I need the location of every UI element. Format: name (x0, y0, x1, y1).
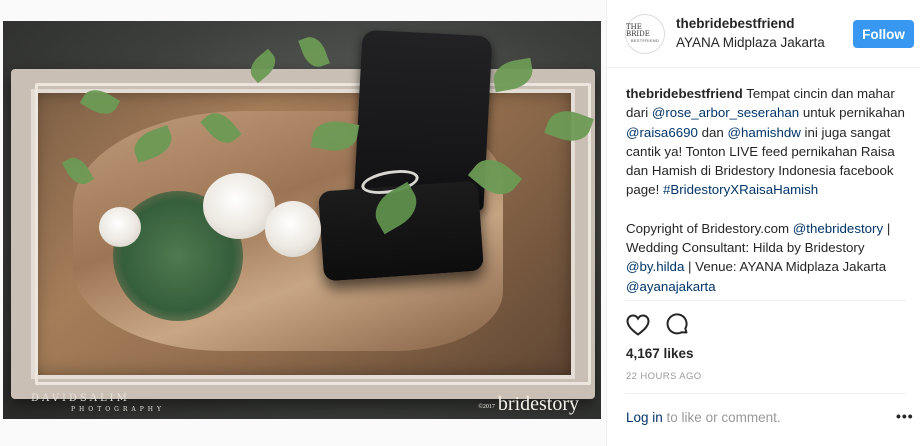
leaf-decoration (298, 33, 330, 71)
mention-link[interactable]: @thebridestory (793, 221, 883, 236)
follow-button[interactable]: Follow (853, 20, 914, 48)
caption-text: | Venue: AYANA Midplaza Jakarta (684, 259, 887, 275)
brand-watermark: ©2017 bridestory (478, 393, 579, 416)
post-side-panel: THE BRIDE BESTFRIEND thebridebestfriend … (606, 0, 920, 446)
rose-flower (99, 207, 141, 247)
brand-name: bridestory (497, 393, 579, 415)
caption-text: dan (697, 124, 728, 140)
photographer-sub: PHOTOGRAPHY (71, 406, 165, 413)
more-options-icon[interactable]: ••• (896, 408, 914, 424)
post-actions (625, 312, 691, 338)
heart-icon[interactable] (625, 312, 651, 338)
login-prompt: Log in to like or comment. (626, 410, 781, 425)
avatar[interactable]: THE BRIDE BESTFRIEND (625, 14, 665, 54)
caption-paragraph: Copyright of Bridestory.com @thebridesto… (626, 219, 906, 296)
divider (625, 300, 906, 301)
caption-text: Copyright of Bridestory.com (626, 220, 793, 236)
caption-author[interactable]: thebridebestfriend (626, 86, 743, 101)
post-photo[interactable]: DAVIDSALIM PHOTOGRAPHY ©2017 bridestory (3, 21, 601, 419)
comment-icon[interactable] (665, 312, 691, 338)
divider (625, 393, 906, 394)
post-location[interactable]: AYANA Midplaza Jakarta (676, 35, 825, 50)
mention-link[interactable]: @ayanajakarta (626, 279, 716, 294)
photographer-name: DAVIDSALIM (31, 393, 130, 404)
post-timestamp[interactable]: 22 HOURS AGO (626, 371, 702, 382)
mention-link[interactable]: @by.hilda (626, 259, 684, 274)
rose-flower (265, 201, 321, 257)
caption-paragraph: thebridebestfriend Tempat cincin dan mah… (626, 84, 906, 200)
login-text: to like or comment. (662, 410, 781, 425)
like-count[interactable]: 4,167 likes (626, 346, 694, 361)
mention-link[interactable]: @rose_arbor_seserahan (652, 105, 799, 120)
hashtag-link[interactable]: #BridestoryXRaisaHamish (663, 182, 818, 197)
post-header: THE BRIDE BESTFRIEND thebridebestfriend … (607, 0, 920, 68)
brand-year: ©2017 (478, 404, 495, 410)
post-username[interactable]: thebridebestfriend (676, 16, 795, 31)
avatar-subtext: BESTFRIEND (630, 38, 660, 44)
photographer-watermark: DAVIDSALIM PHOTOGRAPHY (31, 393, 165, 413)
avatar-text: THE BRIDE (626, 23, 650, 39)
post-caption: thebridebestfriend Tempat cincin dan mah… (626, 84, 906, 299)
mention-link[interactable]: @raisa6690 (626, 125, 698, 140)
login-link[interactable]: Log in (626, 410, 663, 425)
mention-link[interactable]: @hamishdw (727, 125, 800, 140)
caption-text: untuk pernikahan (799, 105, 905, 121)
